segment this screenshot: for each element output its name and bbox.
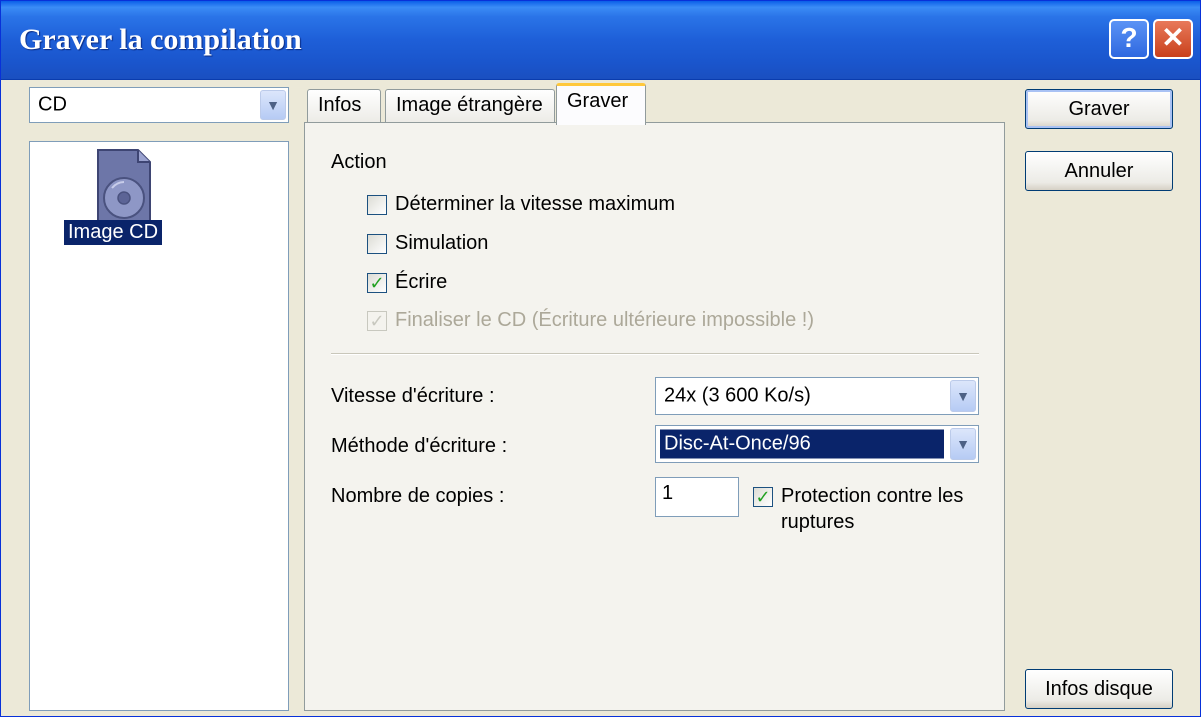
tab-foreign-image[interactable]: Image étrangère <box>385 89 555 123</box>
write-checkbox[interactable]: ✓ <box>367 273 387 293</box>
chevron-down-icon[interactable]: ▼ <box>950 428 976 460</box>
chevron-down-icon[interactable]: ▼ <box>950 380 976 412</box>
write-method-value: Disc-At-Once/96 <box>660 429 944 459</box>
write-speed-label: Vitesse d'écriture : <box>331 385 495 407</box>
write-label[interactable]: Écrire <box>395 271 447 294</box>
write-method-select[interactable]: Disc-At-Once/96 ▼ <box>655 425 979 463</box>
write-speed-select[interactable]: 24x (3 600 Ko/s) ▼ <box>655 377 979 415</box>
copies-input[interactable]: 1 <box>655 477 739 517</box>
buffer-protection-label-line2[interactable]: ruptures <box>781 511 854 534</box>
help-button[interactable]: ? <box>1109 19 1149 59</box>
burn-button[interactable]: Graver <box>1025 89 1173 129</box>
chevron-down-icon[interactable]: ▼ <box>260 90 286 120</box>
drive-select[interactable]: CD ▼ <box>29 87 289 123</box>
buffer-protection-checkbox[interactable]: ✓ <box>753 487 773 507</box>
list-item-label[interactable]: Image CD <box>64 220 163 245</box>
copies-label: Nombre de copies : <box>331 485 505 507</box>
divider <box>331 353 979 355</box>
tab-burn[interactable]: Graver <box>556 83 646 125</box>
close-button[interactable]: ✕ <box>1153 19 1193 59</box>
simulation-label[interactable]: Simulation <box>395 232 488 255</box>
simulation-checkbox[interactable] <box>367 234 387 254</box>
compilation-list[interactable]: Image CD <box>29 141 289 711</box>
title-bar[interactable]: Graver la compilation ? ✕ <box>1 1 1200 80</box>
drive-select-value: CD <box>38 93 67 116</box>
buffer-protection-label[interactable]: Protection contre les <box>781 485 963 508</box>
max-speed-label[interactable]: Déterminer la vitesse maximum <box>395 193 675 216</box>
cancel-button[interactable]: Annuler <box>1025 151 1173 191</box>
max-speed-checkbox[interactable] <box>367 195 387 215</box>
disc-info-button[interactable]: Infos disque <box>1025 669 1173 709</box>
finalize-label: Finaliser le CD (Écriture ultérieure imp… <box>395 309 815 331</box>
write-speed-value: 24x (3 600 Ko/s) <box>664 384 811 407</box>
write-method-label: Méthode d'écriture : <box>331 435 508 457</box>
finalize-checkbox: ✓ <box>367 311 387 331</box>
window-title: Graver la compilation <box>19 23 302 56</box>
action-group-title: Action <box>331 151 387 173</box>
burn-compilation-dialog: Graver la compilation ? ✕ CD ▼ Image CD … <box>0 0 1201 717</box>
tab-infos[interactable]: Infos <box>307 89 381 123</box>
